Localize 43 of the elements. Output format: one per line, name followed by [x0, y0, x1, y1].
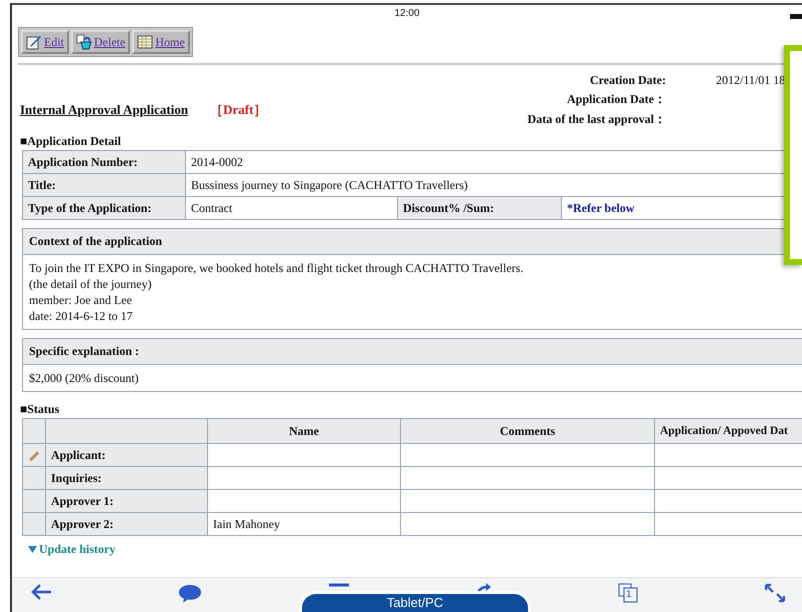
- speech-bubble-icon[interactable]: [178, 583, 202, 603]
- panel-heading: Specific explanation :: [23, 339, 802, 365]
- draft-label: ［Draft］: [210, 101, 266, 119]
- panel-text: member: Joe and Lee: [29, 292, 133, 308]
- toolbar-link[interactable]: Home: [132, 30, 190, 54]
- status-time: 12:00: [394, 8, 420, 18]
- row-label: Approver 2:: [46, 512, 208, 536]
- pencil-icon: [28, 449, 40, 461]
- date-label: Creation Date:: [588, 73, 667, 88]
- share-arrow-icon[interactable]: [476, 583, 492, 593]
- field-label: Discount% /Sum:: [398, 196, 562, 220]
- toolbar-link[interactable]: Delete: [71, 30, 130, 54]
- field-label: Type of the Application:: [22, 196, 186, 220]
- update-history-link[interactable]: Update history: [39, 542, 116, 557]
- table-cell: Iain Mahoney: [208, 512, 400, 536]
- notepad-pencil-icon: [26, 34, 42, 50]
- calendar-icon: [137, 34, 154, 50]
- column-header: Name: [208, 418, 400, 444]
- triangle-icon: [28, 546, 37, 553]
- column-header: Application/ Appoved Dat: [654, 418, 802, 444]
- panel-text: date: 2014-6-12 to 17: [29, 308, 134, 324]
- form-title: Internal Approval Application: [20, 102, 188, 118]
- panel-text: $2,000 (20% discount): [29, 370, 140, 386]
- section-heading: ■Application Detail: [20, 134, 122, 149]
- battery-icon: [790, 14, 802, 19]
- expand-icon[interactable]: [764, 583, 786, 603]
- field-value: Contract: [186, 196, 398, 220]
- section-heading: ■Status: [20, 402, 60, 417]
- back-arrow-icon[interactable]: [30, 583, 52, 601]
- row-label: Inquiries:: [46, 466, 208, 490]
- panel-text: To join the IT EXPO in Singapore, we booked hotels and flight ticket through CACHATTO Travellers.: [29, 260, 524, 276]
- field-label: Title:: [22, 174, 186, 196]
- panel-text: (the detail of the journey): [29, 276, 153, 292]
- bin-icon: [76, 34, 92, 50]
- row-label: Applicant:: [46, 444, 208, 466]
- minus-icon[interactable]: [328, 583, 350, 587]
- date-label: Application Date：: [566, 91, 667, 108]
- column-header: Comments: [400, 418, 654, 444]
- toolbar-link[interactable]: Edit: [21, 30, 69, 54]
- row-label: Approver 1:: [46, 490, 208, 512]
- field-label: Application Number:: [22, 150, 186, 174]
- mode-button[interactable]: Tablet/PC: [302, 594, 528, 612]
- date-label: Data of the last approval：: [528, 111, 667, 128]
